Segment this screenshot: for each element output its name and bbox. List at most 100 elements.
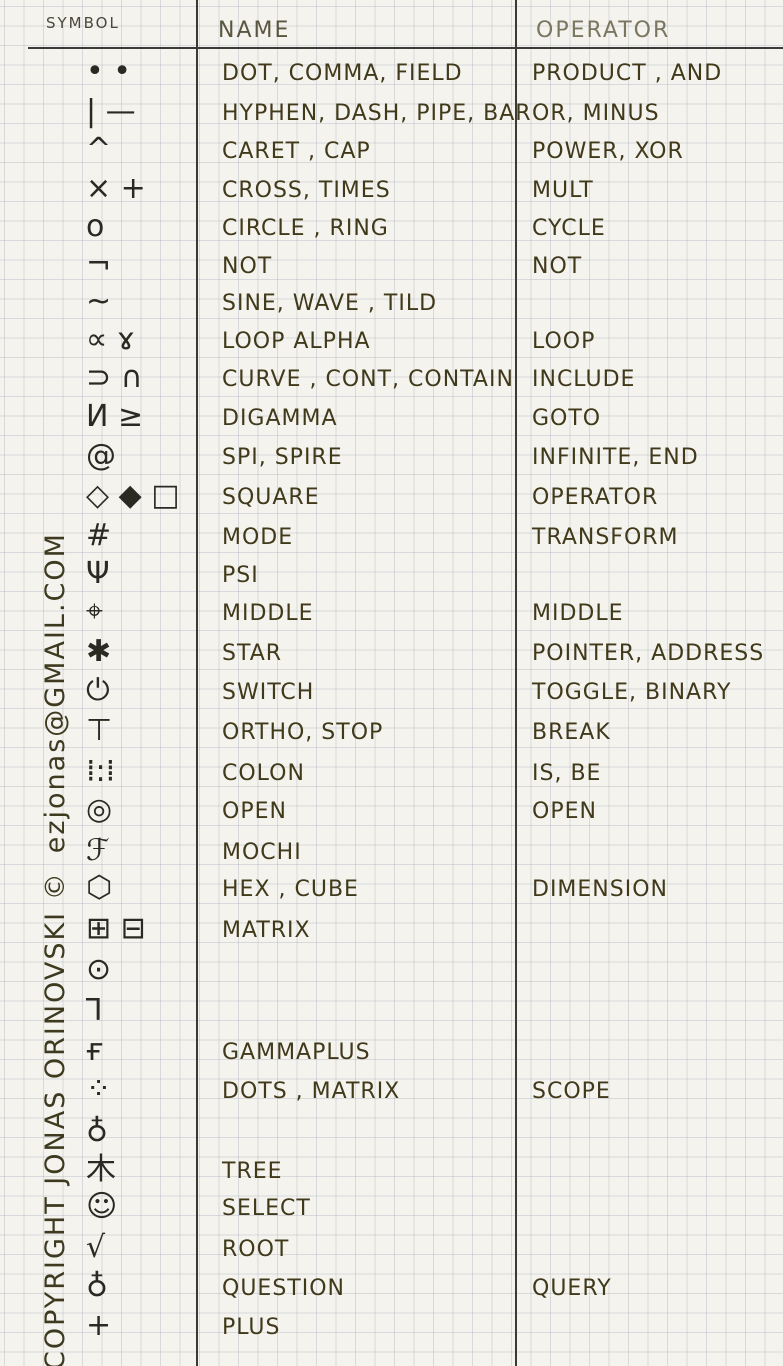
operator-cell: IS, BE: [532, 761, 602, 786]
table-row: o CIRCLE , RING CYCLE: [0, 212, 783, 252]
symbol-cell: Ψ: [86, 556, 110, 591]
operator-cell: MIDDLE: [532, 601, 624, 626]
header-name: NAME: [218, 18, 291, 43]
name-cell: SQUARE: [222, 485, 320, 510]
name-cell: OPEN: [222, 799, 287, 824]
symbol-cell: ¬: [86, 247, 112, 282]
operator-cell: TRANSFORM: [532, 525, 679, 550]
name-cell: CURVE , CONT, CONTAIN: [222, 367, 514, 392]
operator-cell: DIMENSION: [532, 877, 668, 902]
header-operator: OPERATOR: [536, 18, 671, 43]
table-row: ☺ SELECT: [0, 1192, 783, 1232]
operator-cell: CYCLE: [532, 216, 606, 241]
name-cell: NOT: [222, 254, 273, 279]
name-cell: LOOP ALPHA: [222, 329, 371, 354]
table-row: • • DOT, COMMA, FIELD PRODUCT , AND: [0, 57, 783, 97]
symbol-cell: #: [86, 518, 112, 553]
table-row: ~ SINE, WAVE , TILD: [0, 287, 783, 327]
table-row: 木 TREE: [0, 1155, 783, 1195]
symbol-cell: × +: [86, 171, 146, 206]
symbol-cell: ⁞:⁞: [86, 754, 116, 789]
symbol-cell: ◇ ◆ □: [86, 478, 180, 513]
table-row: + PLUS: [0, 1311, 783, 1351]
name-cell: PSI: [222, 563, 259, 588]
operator-cell: OPERATOR: [532, 485, 659, 510]
symbol-cell: ~: [86, 284, 112, 319]
name-cell: HYPHEN, DASH, PIPE, BAR: [222, 101, 532, 126]
symbol-cell: ^: [86, 132, 112, 167]
operator-cell: POWER, XOR: [532, 139, 684, 164]
name-cell: DOTS , MATRIX: [222, 1079, 401, 1104]
symbol-cell: ◎: [86, 792, 113, 827]
symbol-cell: ⊙: [86, 952, 112, 987]
operator-cell: GOTO: [532, 406, 602, 431]
table-row: ⊃ ∩ CURVE , CONT, CONTAIN INCLUDE: [0, 363, 783, 403]
operator-cell: OR, MINUS: [532, 101, 660, 126]
table-row: × + CROSS, TIMES MULT: [0, 174, 783, 214]
symbol-cell: ғ: [86, 1033, 104, 1068]
symbol-cell: 木: [86, 1152, 116, 1187]
operator-cell: NOT: [532, 254, 583, 279]
table-row: @ SPI, SPIRE INFINITE, END: [0, 441, 783, 481]
symbol-cell: ⏻: [86, 673, 110, 708]
table-row: Ψ PSI: [0, 559, 783, 599]
symbol-cell: ℱ: [86, 833, 110, 868]
table-row: ♁ QUESTION QUERY: [0, 1272, 783, 1312]
table-row: ∝ ɤ LOOP ALPHA LOOP: [0, 325, 783, 365]
table-row: И ≥ DIGAMMA GOTO: [0, 402, 783, 442]
symbol-cell: ∝ ɤ: [86, 322, 135, 357]
symbol-cell: И ≥: [86, 399, 144, 434]
name-cell: ROOT: [222, 1237, 290, 1262]
table-row: ◎ OPEN OPEN: [0, 795, 783, 835]
name-cell: COLON: [222, 761, 305, 786]
name-cell: SWITCH: [222, 680, 315, 705]
operator-cell: MULT: [532, 178, 594, 203]
table-row: ⌖ MIDDLE MIDDLE: [0, 597, 783, 637]
table-row: ⅂: [0, 996, 783, 1036]
operator-cell: LOOP: [532, 329, 596, 354]
name-cell: CROSS, TIMES: [222, 178, 391, 203]
table-row: ◇ ◆ □ SQUARE OPERATOR: [0, 481, 783, 521]
table-row: ⊞ ⊟ MATRIX: [0, 914, 783, 954]
table-row: ⊙: [0, 955, 783, 995]
symbol-cell: ♁: [86, 1269, 108, 1304]
table-row: ғ GAMMAPLUS: [0, 1036, 783, 1076]
table-row: ^ CARET , CAP POWER, XOR: [0, 135, 783, 175]
name-cell: SPI, SPIRE: [222, 445, 343, 470]
symbol-cell: ⅂: [86, 993, 103, 1028]
name-cell: MODE: [222, 525, 294, 550]
symbol-cell: +: [86, 1308, 112, 1343]
symbol-cell: ✱: [86, 634, 112, 669]
symbol-cell: o: [86, 209, 105, 244]
symbol-cell: ⬡: [86, 870, 113, 905]
symbol-cell: ♁: [86, 1114, 108, 1149]
table-row: ⬡ HEX , CUBE DIMENSION: [0, 873, 783, 913]
symbol-cell: ☺: [86, 1189, 118, 1224]
name-cell: DIGAMMA: [222, 406, 338, 431]
operator-cell: QUERY: [532, 1276, 612, 1301]
name-cell: MOCHI: [222, 840, 302, 865]
name-cell: MATRIX: [222, 918, 311, 943]
table-row: # MODE TRANSFORM: [0, 521, 783, 561]
operator-cell: SCOPE: [532, 1079, 611, 1104]
operator-cell: INFINITE, END: [532, 445, 699, 470]
name-cell: QUESTION: [222, 1276, 345, 1301]
operator-cell: INCLUDE: [532, 367, 636, 392]
name-cell: HEX , CUBE: [222, 877, 359, 902]
table-row: √ ROOT: [0, 1233, 783, 1273]
table-row: ⁘ DOTS , MATRIX SCOPE: [0, 1075, 783, 1115]
operator-cell: PRODUCT , AND: [532, 61, 723, 86]
symbol-cell: @: [86, 438, 116, 473]
symbol-cell: | —: [86, 94, 136, 129]
name-cell: PLUS: [222, 1315, 281, 1340]
name-cell: GAMMAPLUS: [222, 1040, 371, 1065]
table-row: ⁞:⁞ COLON IS, BE: [0, 757, 783, 797]
name-cell: SINE, WAVE , TILD: [222, 291, 438, 316]
header-rule: [28, 47, 783, 49]
table-row: ¬ NOT NOT: [0, 250, 783, 290]
symbol-cell: √: [86, 1230, 106, 1265]
table-row: ♁: [0, 1117, 783, 1157]
operator-cell: TOGGLE, BINARY: [532, 680, 732, 705]
name-cell: MIDDLE: [222, 601, 314, 626]
operator-cell: POINTER, ADDRESS: [532, 641, 765, 666]
